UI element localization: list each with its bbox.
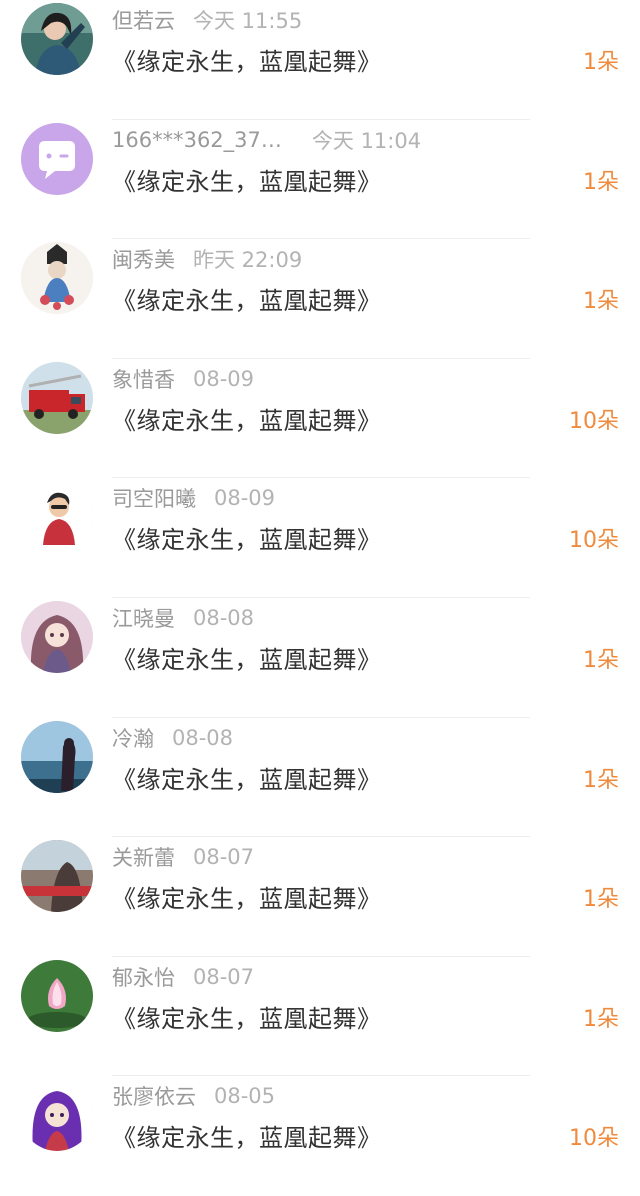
- flower-count: 1朵: [583, 50, 619, 75]
- flower-count: 1朵: [583, 1006, 619, 1032]
- timestamp: 昨天 22:09: [193, 248, 303, 273]
- gift-title: 《缘定永生，蓝凰起舞》: [112, 765, 382, 794]
- list-item[interactable]: 司空阳曦 08-09 《缘定永生，蓝凰起舞》 10朵: [0, 478, 640, 598]
- list-item[interactable]: 闽秀美 昨天 22:09 《缘定永生，蓝凰起舞》 1朵: [0, 239, 640, 359]
- list-item[interactable]: 象惜香 08-09 《缘定永生，蓝凰起舞》 10朵: [0, 359, 640, 479]
- purple-anime-avatar-icon: [21, 1079, 93, 1152]
- timestamp: 08-08: [172, 725, 234, 750]
- user-name: 象惜香: [112, 367, 175, 392]
- flower-count: 1朵: [583, 289, 619, 315]
- avatar[interactable]: [21, 720, 93, 793]
- avatar[interactable]: [21, 840, 93, 913]
- lotus-avatar-icon: [21, 959, 93, 1032]
- timestamp: 08-07: [193, 964, 255, 989]
- flower-count: 1朵: [583, 887, 619, 913]
- timestamp: 08-09: [214, 486, 276, 511]
- timestamp: 08-08: [193, 605, 255, 630]
- anime-girl-avatar-icon: [21, 600, 93, 673]
- list-item[interactable]: 冷瀚 08-08 《缘定永生，蓝凰起舞》 1朵: [0, 718, 640, 838]
- flower-count: 10朵: [569, 408, 619, 434]
- avatar[interactable]: [21, 122, 93, 195]
- gift-title: 《缘定永生，蓝凰起舞》: [112, 645, 382, 674]
- user-name: 郁永怡: [112, 965, 175, 990]
- list-item[interactable]: 但若云 今天 11:55 《缘定永生，蓝凰起舞》 1朵: [0, 0, 640, 120]
- woman-photo-icon: [21, 3, 93, 75]
- gift-title: 《缘定永生，蓝凰起舞》: [112, 885, 382, 914]
- avatar[interactable]: [21, 3, 93, 75]
- timestamp: 08-07: [193, 845, 255, 870]
- gift-title: 《缘定永生，蓝凰起舞》: [112, 526, 382, 555]
- gift-title: 《缘定永生，蓝凰起舞》: [112, 287, 382, 316]
- list-item[interactable]: 166***362_37… 今天 11:04 《缘定永生，蓝凰起舞》 1朵: [0, 120, 640, 240]
- cartoon-avatar-icon: [21, 242, 93, 315]
- list-item[interactable]: 关新蕾 08-07 《缘定永生，蓝凰起舞》 1朵: [0, 837, 640, 957]
- fire-truck-avatar-icon: [21, 361, 93, 434]
- gift-title: 《缘定永生，蓝凰起舞》: [112, 48, 382, 76]
- gift-title: 《缘定永生，蓝凰起舞》: [112, 406, 382, 435]
- avatar[interactable]: [21, 242, 93, 315]
- default-chat-avatar-icon: [21, 122, 93, 195]
- list-item[interactable]: 张廖依云 08-05 《缘定永生，蓝凰起舞》 10朵: [0, 1076, 640, 1196]
- list-item[interactable]: 郁永怡 08-07 《缘定永生，蓝凰起舞》 1朵: [0, 957, 640, 1077]
- user-name: 张廖依云: [112, 1085, 196, 1110]
- list-item[interactable]: 江晓曼 08-08 《缘定永生，蓝凰起舞》 1朵: [0, 598, 640, 718]
- user-name: 司空阳曦: [112, 487, 196, 512]
- gift-list: 但若云 今天 11:55 《缘定永生，蓝凰起舞》 1朵 166***362_37…: [0, 0, 640, 1196]
- user-name: 但若云: [112, 9, 175, 33]
- user-name: 冷瀚: [112, 726, 154, 751]
- flower-count: 1朵: [583, 767, 619, 793]
- timestamp: 今天 11:04: [311, 128, 422, 153]
- seaside-girl-avatar-icon: [21, 720, 93, 793]
- avatar[interactable]: [21, 481, 93, 554]
- avatar[interactable]: [21, 1079, 93, 1152]
- user-name: 166***362_37…: [112, 127, 282, 152]
- timestamp: 今天 11:55: [193, 9, 303, 33]
- avatar[interactable]: [21, 600, 93, 673]
- timestamp: 08-09: [193, 366, 255, 391]
- avatar[interactable]: [21, 959, 93, 1032]
- photo-avatar-icon: [21, 840, 93, 913]
- user-name: 闽秀美: [112, 248, 175, 273]
- user-name: 江晓曼: [112, 606, 175, 631]
- gift-title: 《缘定永生，蓝凰起舞》: [112, 1004, 382, 1033]
- flower-count: 1朵: [583, 647, 619, 673]
- avatar[interactable]: [21, 361, 93, 434]
- flower-count: 10朵: [569, 528, 619, 554]
- gift-title: 《缘定永生，蓝凰起舞》: [112, 1124, 382, 1153]
- timestamp: 08-05: [214, 1084, 276, 1109]
- flower-count: 1朵: [583, 169, 619, 195]
- user-name: 关新蕾: [112, 846, 175, 871]
- cartoon-girl-avatar-icon: [21, 481, 93, 554]
- flower-count: 10朵: [569, 1126, 619, 1152]
- gift-title: 《缘定永生，蓝凰起舞》: [112, 167, 382, 196]
